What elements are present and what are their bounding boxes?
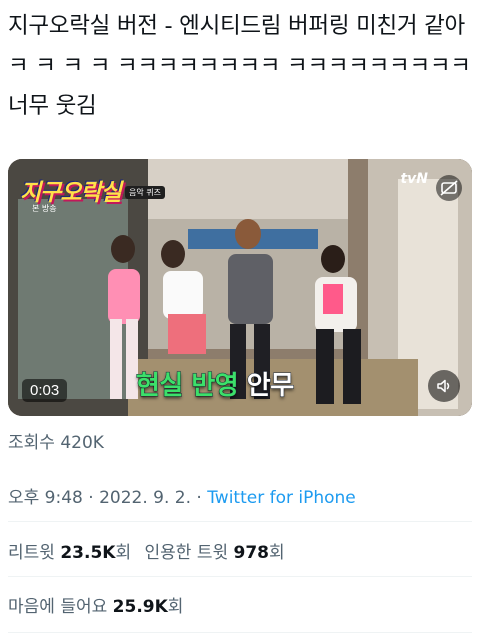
quotes-label: 인용한 트윗 xyxy=(144,543,229,563)
likes-stat[interactable]: 마음에 들어요 25.9K회 xyxy=(8,592,183,617)
view-count: 조회수 420K xyxy=(8,428,104,453)
likes-unit: 회 xyxy=(167,597,184,617)
retweets-unit: 회 xyxy=(115,543,132,563)
separator-dot: · xyxy=(191,488,208,508)
tweet-date[interactable]: 2022. 9. 2. xyxy=(99,488,191,508)
quotes-value: 978 xyxy=(233,543,270,563)
show-sub-label: 음악 퀴즈 xyxy=(125,186,165,199)
divider xyxy=(8,521,472,522)
divider xyxy=(8,576,472,577)
views-label: 조회수 xyxy=(8,433,55,453)
caption-white-text: 안무 xyxy=(246,371,294,402)
source-link[interactable]: Twitter for iPhone xyxy=(207,488,356,508)
show-sub-label-2: 본 방송 xyxy=(32,204,57,213)
video-duration: 0:03 xyxy=(22,379,68,402)
likes-label: 마음에 들어요 xyxy=(8,597,108,617)
engagement-stats-row: 리트윗 23.5K회 인용한 트윗 978회 xyxy=(8,538,285,563)
divider xyxy=(8,632,472,633)
retweets-value: 23.5K xyxy=(60,543,116,563)
show-logo: 지구오락실 xyxy=(20,180,122,206)
caption-green-text: 현실 반영 xyxy=(135,371,239,402)
caption-icon[interactable] xyxy=(436,175,462,201)
quotes-stat[interactable]: 인용한 트윗 978회 xyxy=(145,543,285,563)
video-caption: 현실 반영 안무 xyxy=(135,365,294,402)
channel-logo: tvN xyxy=(400,171,428,187)
retweets-label: 리트윗 xyxy=(8,543,55,563)
tweet-timestamp: 오후 9:48 · 2022. 9. 2. · Twitter for iPho… xyxy=(8,483,356,508)
video-player[interactable]: 지구오락실 음악 퀴즈 본 방송 tvN 현실 반영 안무 0:03 xyxy=(8,159,472,416)
tweet-time[interactable]: 오후 9:48 xyxy=(8,488,83,508)
retweets-stat[interactable]: 리트윗 23.5K회 xyxy=(8,543,131,563)
separator-dot: · xyxy=(82,488,100,508)
speaker-icon[interactable] xyxy=(428,370,460,402)
views-value: 420K xyxy=(60,433,104,453)
likes-value: 25.9K xyxy=(112,597,168,617)
tweet-text: 지구오락실 버전 - 엔시티드림 버퍼링 미친거 같아ㅋ ㅋ ㅋ ㅋ ㅋㅋㅋㅋㅋ… xyxy=(8,13,478,119)
quotes-unit: 회 xyxy=(269,543,285,563)
